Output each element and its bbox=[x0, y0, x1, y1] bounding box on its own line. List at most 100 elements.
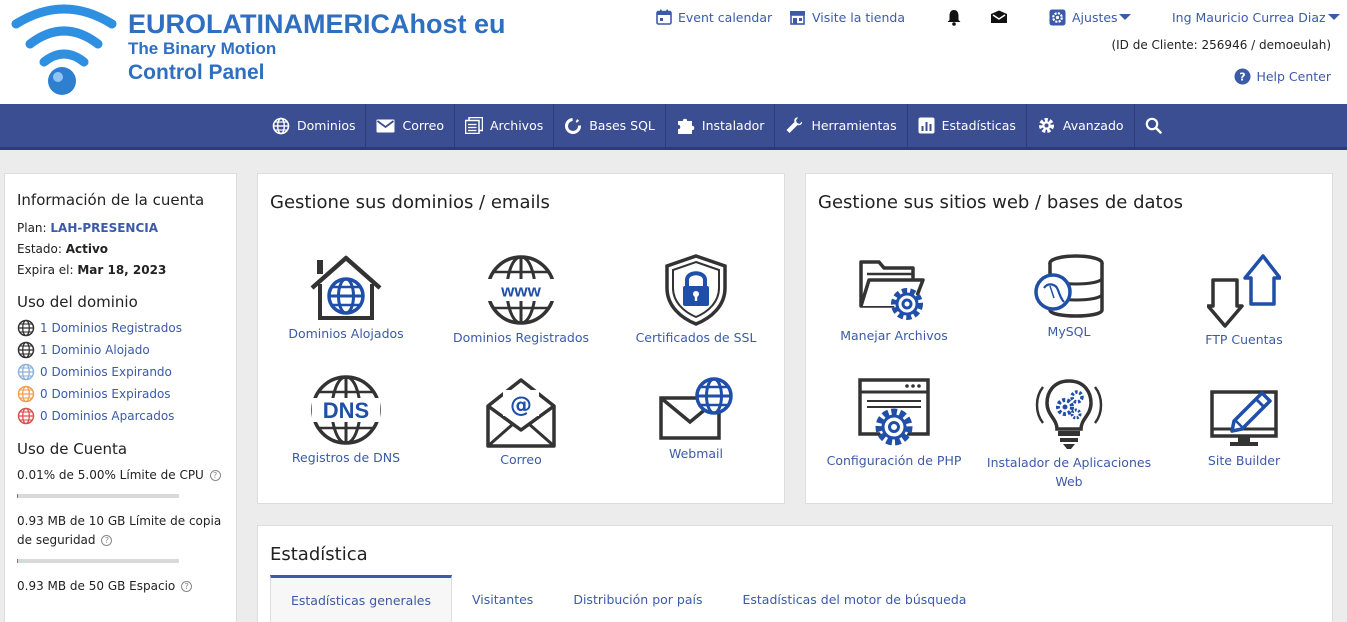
nav-instalador-label: Instalador bbox=[701, 118, 765, 133]
nav-search-button[interactable] bbox=[1135, 104, 1179, 147]
tile-ftp-cuentas[interactable]: FTP Cuentas bbox=[1159, 254, 1329, 349]
question-icon[interactable]: ? bbox=[209, 470, 221, 481]
domain-usage-label: 0 Dominios Aparcados bbox=[40, 409, 175, 423]
stats-tabs: Estadísticas generales Visitantes Distri… bbox=[270, 575, 986, 622]
domain-usage-item[interactable]: 0 Dominios Expirados bbox=[17, 383, 224, 405]
cpu-usage: 0.01% de 5.00% Límite de CPU ? bbox=[17, 466, 224, 485]
tile-dominios-alojados[interactable]: Dominios Alojados bbox=[261, 254, 431, 343]
tab-motor-busqueda[interactable]: Estadísticas del motor de búsqueda bbox=[722, 575, 986, 622]
tile-mysql[interactable]: MySQL bbox=[984, 254, 1154, 341]
folder-gear-icon bbox=[859, 260, 925, 320]
user-menu[interactable]: Ing Mauricio Currea Diaz bbox=[1172, 8, 1340, 26]
brand-name[interactable]: EUROLATINAMERICAhost eu bbox=[128, 9, 506, 40]
tile-dominios-registrados[interactable]: www Dominios Registrados bbox=[436, 254, 606, 347]
notifications-button[interactable] bbox=[946, 8, 968, 26]
brand-subtitle: Control Panel bbox=[128, 61, 265, 84]
domain-usage-item[interactable]: 0 Dominios Expirando bbox=[17, 361, 224, 383]
envelope-icon bbox=[991, 10, 1007, 23]
domain-usage-list: 1 Dominios Registrados 1 Dominio Alojado… bbox=[17, 317, 224, 427]
nav-correo-label: Correo bbox=[402, 118, 444, 133]
dns-text: DNS bbox=[323, 398, 369, 423]
domain-usage-item[interactable]: 1 Dominios Registrados bbox=[17, 317, 224, 339]
globe-icon bbox=[17, 407, 35, 425]
expires-label: Expira el: bbox=[17, 263, 74, 277]
nav-dominios[interactable]: Dominios bbox=[262, 104, 367, 147]
tile-webmail[interactable]: Webmail bbox=[611, 376, 781, 463]
tile-label: Certificados de SSL bbox=[635, 330, 757, 345]
question-icon[interactable]: ? bbox=[101, 535, 113, 546]
backup-usage-label: 0.93 MB de 10 GB Límite de copia de segu… bbox=[17, 514, 222, 547]
nav-archivos[interactable]: Archivos bbox=[455, 104, 555, 147]
status-row: Estado: Activo bbox=[17, 239, 224, 260]
nav-herramientas-label: Herramientas bbox=[811, 118, 897, 133]
globe-icon bbox=[17, 363, 35, 381]
nav-avanzado-label: Avanzado bbox=[1062, 118, 1124, 133]
event-calendar-link[interactable]: Event calendar bbox=[656, 8, 772, 26]
backup-usage: 0.93 MB de 10 GB Límite de copia de segu… bbox=[17, 512, 224, 550]
account-info-title: Información de la cuenta bbox=[17, 191, 205, 209]
hosted-domains-house-icon bbox=[310, 255, 382, 320]
nav-dominios-label: Dominios bbox=[297, 118, 356, 133]
tile-instalador-aplicaciones[interactable]: Instalador de Aplicaciones Web bbox=[984, 377, 1154, 491]
tile-label: Dominios Alojados bbox=[288, 326, 404, 341]
client-id: (ID de Cliente: 256946 / demoeulah) bbox=[1111, 38, 1331, 52]
tile-certificados-ssl[interactable]: Certificados de SSL bbox=[611, 254, 781, 347]
disk-usage: 0.93 MB de 50 GB Espacio ? bbox=[17, 577, 224, 596]
tile-label: Site Builder bbox=[1207, 453, 1281, 468]
database-icon bbox=[565, 117, 582, 134]
plan-label: Plan: bbox=[17, 221, 47, 235]
tab-estadisticas-generales[interactable]: Estadísticas generales bbox=[270, 575, 452, 622]
puzzle-icon bbox=[677, 118, 695, 134]
nav-estadisticas[interactable]: Estadísticas bbox=[908, 104, 1027, 147]
files-icon bbox=[464, 117, 483, 134]
svg-text:?: ? bbox=[1240, 71, 1246, 84]
nav-estadisticas-label: Estadísticas bbox=[941, 118, 1016, 133]
tile-site-builder[interactable]: Site Builder bbox=[1159, 389, 1329, 470]
www-globe-icon: www bbox=[485, 255, 557, 325]
tile-label: Manejar Archivos bbox=[840, 328, 948, 343]
help-center-link[interactable]: ? Help Center bbox=[1234, 68, 1331, 85]
nav-bases-sql[interactable]: Bases SQL bbox=[554, 104, 666, 147]
domain-usage-item[interactable]: 1 Dominio Alojado bbox=[17, 339, 224, 361]
nav-instalador[interactable]: Instalador bbox=[666, 104, 776, 147]
wifi-logo-icon[interactable] bbox=[8, 0, 120, 100]
tab-label: Visitantes bbox=[472, 591, 534, 607]
plan-value[interactable]: LAH-PRESENCIA bbox=[50, 221, 158, 235]
nav-herramientas[interactable]: Herramientas bbox=[775, 104, 908, 147]
tab-visitantes[interactable]: Visitantes bbox=[452, 575, 553, 622]
backup-usage-fill bbox=[17, 559, 19, 563]
settings-gear-icon bbox=[1049, 9, 1066, 25]
brand-tagline: The Binary Motion bbox=[128, 39, 277, 58]
tile-configuracion-php[interactable]: Configuración de PHP bbox=[809, 377, 979, 470]
visit-store-link[interactable]: Visite la tienda bbox=[789, 8, 905, 26]
chart-icon bbox=[918, 117, 935, 134]
question-icon[interactable]: ? bbox=[181, 581, 193, 592]
www-text: www bbox=[500, 282, 541, 301]
event-calendar-label: Event calendar bbox=[678, 9, 773, 25]
domain-usage-title: Uso del dominio bbox=[17, 293, 138, 311]
globe-icon bbox=[17, 385, 35, 403]
globe-icon bbox=[17, 341, 35, 359]
globe-icon bbox=[272, 117, 290, 134]
status-value: Activo bbox=[65, 242, 109, 256]
bell-icon bbox=[947, 9, 961, 26]
messages-button[interactable] bbox=[990, 8, 1014, 26]
tab-label: Estadísticas del motor de búsqueda bbox=[742, 591, 967, 607]
domains-panel-title: Gestione sus dominios / emails bbox=[270, 192, 550, 213]
nav-bases-sql-label: Bases SQL bbox=[589, 118, 655, 133]
disk-usage-label: 0.93 MB de 50 GB Espacio bbox=[17, 579, 176, 593]
calendar-icon bbox=[656, 9, 672, 25]
nav-correo[interactable]: Correo bbox=[366, 104, 455, 147]
settings-menu[interactable]: Ajustes bbox=[1049, 8, 1131, 26]
tile-manejar-archivos[interactable]: Manejar Archivos bbox=[809, 254, 979, 345]
tab-distribucion-pais[interactable]: Distribución por país bbox=[553, 575, 722, 622]
expires-value: Mar 18, 2023 bbox=[77, 263, 167, 277]
tile-registros-dns[interactable]: DNS Registros de DNS bbox=[261, 374, 431, 467]
tile-correo[interactable]: @ Correo bbox=[436, 376, 606, 469]
domain-usage-label: 1 Dominio Alojado bbox=[40, 343, 150, 357]
sites-panel-title: Gestione sus sitios web / bases de datos bbox=[818, 192, 1183, 213]
plan-row: Plan: LAH-PRESENCIA bbox=[17, 218, 224, 239]
lightbulb-gears-icon bbox=[1035, 379, 1103, 449]
domain-usage-item[interactable]: 0 Dominios Aparcados bbox=[17, 405, 224, 427]
nav-avanzado[interactable]: Avanzado bbox=[1027, 104, 1135, 147]
